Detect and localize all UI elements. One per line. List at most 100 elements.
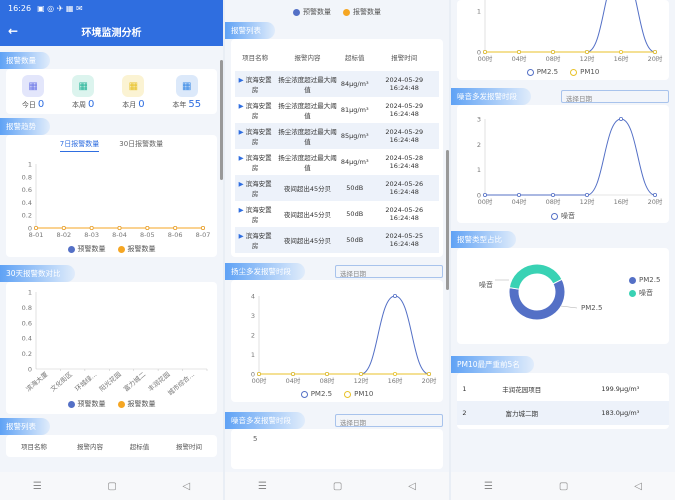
status-bar: 16:26 ▣ ◎ ✈ ▦ ✉	[0, 0, 223, 16]
rank-row: 2 富力城二期 183.0μg/m³	[457, 401, 669, 425]
cell-time: 2024-05-28 16:24:48	[385, 154, 424, 170]
data-point	[256, 372, 261, 377]
table-row[interactable]: ▶ 滨海安置房 扬尘浓度超过最大阈值 84μg/m³ 2024-05-28 16:24…	[235, 149, 439, 175]
table-row[interactable]: ▶ 滨海安置房 夜间超出45分贝 50dB 2024-05-26 16:24:48	[235, 175, 439, 201]
x-tick-label: 20时	[648, 54, 663, 63]
x-tick-label: 04时	[512, 197, 527, 206]
expand-arrow-icon[interactable]: ▶	[239, 76, 246, 84]
home-nav-icon[interactable]: ▢	[559, 481, 568, 492]
section-noise-period: 噪音多发报警时段	[451, 88, 531, 105]
cell-time: 2024-05-25 16:24:48	[385, 232, 424, 248]
stat-2: ▦ 本月 0	[122, 75, 145, 110]
y-tick-label: 2	[477, 141, 481, 149]
noise-period-card-partial: 5	[231, 429, 443, 469]
pm10-rank-card: 1 丰润花园项目 199.9μg/m³ 2 富力城二期 183.0μg/m³	[457, 373, 669, 429]
back-nav-icon[interactable]: ◁	[182, 481, 190, 492]
date-picker-input[interactable]: 选择日期	[335, 265, 443, 278]
table-row[interactable]: ▶ 滨海安置房 扬尘浓度超过最大阈值 81μg/m³ 2024-05-29 16:24…	[235, 97, 439, 123]
tab-30day[interactable]: 30日报警数量	[119, 139, 163, 152]
pie-label-pm25: PM2.5	[581, 304, 603, 312]
x-tick-label: 08时	[546, 54, 561, 63]
data-point	[200, 226, 205, 231]
y-tick-label: 0.2	[22, 350, 32, 358]
section-type-ratio: 报警类型占比	[451, 231, 516, 248]
rank-value: 199.9μg/m³	[601, 385, 640, 393]
x-tick-label: 20时	[648, 197, 663, 206]
menu-nav-icon[interactable]: ☰	[33, 481, 42, 492]
panel-charts: 01200时04时08时12时16时20时 PM2.5 PM10 噪音多发报警时…	[451, 0, 675, 500]
tab-7day[interactable]: 7日报警数量	[59, 139, 100, 152]
expand-arrow-icon[interactable]: ▶	[239, 232, 246, 240]
dust-period-card-top: 01200时04时08时12时16时20时 PM2.5 PM10	[457, 0, 669, 80]
x-tick-label: 8-04	[112, 231, 127, 239]
pm10-rank-table: 1 丰润花园项目 199.9μg/m³ 2 富力城二期 183.0μg/m³	[457, 377, 669, 425]
x-tick-label: 8-07	[196, 231, 211, 239]
cell-content: 夜间超出45分贝	[283, 237, 332, 245]
y-tick-label: 1	[477, 8, 481, 16]
week-icon: ▦	[72, 75, 95, 97]
y-tick-label: 0.6	[22, 186, 32, 194]
col-value: 超标值	[129, 443, 150, 451]
date-picker-input[interactable]: 选择日期	[561, 90, 669, 103]
col-content: 报警内容	[77, 443, 103, 451]
alarm-table: 项目名称 报警内容 超标值 报警时间 ▶ 滨海安置房 扬尘浓度超过最大阈值 84μg…	[235, 43, 439, 253]
cell-content: 夜间超出45分贝	[283, 185, 332, 193]
col-value: 超标值	[344, 54, 365, 62]
section-dust-period: 扬尘多发报警时段	[225, 263, 305, 280]
cell-content: 夜间超出45分贝	[283, 211, 332, 219]
cell-name: ▶ 滨海安置房	[238, 76, 272, 94]
scrollbar[interactable]	[220, 60, 223, 180]
table-row[interactable]: ▶ 滨海安置房 扬尘浓度超过最大阈值 85μg/m³ 2024-05-29 16:24…	[235, 123, 439, 149]
rank-name: 丰润花园项目	[502, 386, 542, 394]
y-tick-label: 0.4	[22, 335, 32, 343]
cell-value: 50dB	[346, 210, 364, 218]
rank-row: 1 丰润花园项目 199.9μg/m³	[457, 377, 669, 401]
date-picker-input[interactable]: 选择日期	[335, 414, 443, 427]
col-project: 项目名称	[21, 443, 47, 451]
cell-name: ▶ 滨海安置房	[238, 102, 272, 120]
expand-arrow-icon[interactable]: ▶	[239, 180, 246, 188]
y-tick-label: 1	[28, 289, 32, 297]
alarm-table-card: 项目名称 报警内容 超标值 报警时间 ▶ 滨海安置房 扬尘浓度超过最大阈值 84μg…	[231, 39, 443, 257]
section-pm10-rank: PM10最严重前5名	[451, 356, 534, 373]
back-arrow-icon[interactable]: ←	[8, 24, 18, 38]
stat-value: 0	[138, 99, 145, 110]
data-point	[392, 293, 397, 298]
back-nav-icon[interactable]: ◁	[408, 481, 416, 492]
table-row[interactable]: ▶ 滨海安置房 夜间超出45分贝 50dB 2024-05-26 16:24:48	[235, 201, 439, 227]
stat-0: ▦ 今日 0	[22, 75, 44, 110]
panel-alarm-list: 预警数量 报警数量 报警列表 项目名称 报警内容 超标值 报警时间 ▶ 滨海安置…	[225, 0, 449, 500]
data-point	[584, 50, 589, 55]
back-nav-icon[interactable]: ◁	[634, 481, 642, 492]
x-tick-label: 文化街区	[48, 369, 74, 393]
menu-nav-icon[interactable]: ☰	[258, 481, 267, 492]
system-nav: ☰ ▢ ◁	[0, 472, 223, 500]
expand-arrow-icon[interactable]: ▶	[239, 102, 246, 110]
month-icon: ▦	[122, 75, 145, 97]
y-tick-label: 0.4	[22, 199, 32, 207]
table-row[interactable]: ▶ 滨海安置房 夜间超出45分贝 50dB 2024-05-25 16:24:48	[235, 227, 439, 253]
legend-pm10: PM10	[570, 68, 599, 76]
table-row[interactable]: ▶ 滨海安置房 扬尘浓度超过最大阈值 84μg/m³ 2024-05-29 16:24…	[235, 71, 439, 97]
col-content: 报警内容	[294, 54, 321, 62]
expand-arrow-icon[interactable]: ▶	[239, 154, 246, 162]
data-point	[482, 193, 487, 198]
menu-nav-icon[interactable]: ☰	[484, 481, 493, 492]
expand-arrow-icon[interactable]: ▶	[239, 128, 246, 136]
cell-value: 81μg/m³	[340, 106, 369, 114]
legend-alarm: 报警数量	[117, 399, 156, 409]
cell-time: 2024-05-26 16:24:48	[385, 180, 424, 196]
y-tick-label: 1	[477, 166, 481, 174]
legend-pm25: PM2.5	[526, 68, 558, 76]
x-tick-label: 08时	[546, 197, 561, 206]
cell-time: 2024-05-29 16:24:48	[385, 76, 424, 92]
x-tick-label: 阳光花园	[97, 370, 123, 394]
expand-arrow-icon[interactable]: ▶	[239, 206, 246, 214]
home-nav-icon[interactable]: ▢	[333, 481, 342, 492]
x-tick-label: 16时	[614, 197, 629, 206]
scrollbar[interactable]	[446, 150, 449, 290]
x-tick-label: 20时	[422, 376, 437, 385]
data-point	[517, 193, 522, 198]
home-nav-icon[interactable]: ▢	[107, 481, 116, 492]
legend-warning: 预警数量	[293, 7, 331, 17]
